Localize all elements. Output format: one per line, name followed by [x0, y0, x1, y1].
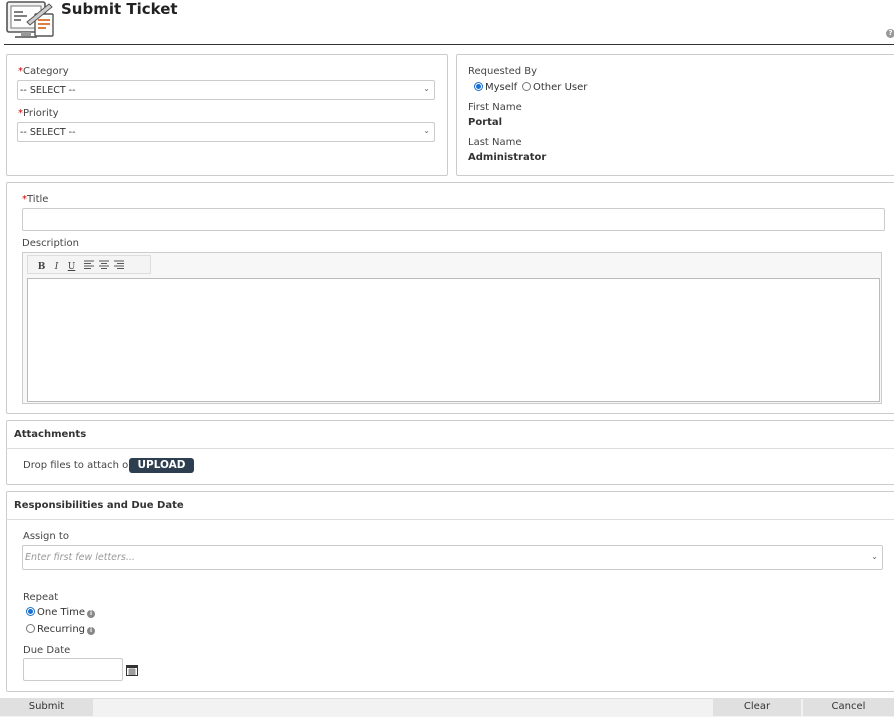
upload-button[interactable]: UPLOAD — [129, 458, 194, 473]
responsibilities-divider — [6, 519, 894, 520]
category-label: *Category — [18, 66, 69, 77]
radio-myself[interactable]: Myself — [474, 82, 517, 93]
assign-to-label: Assign to — [23, 531, 69, 542]
align-right-icon[interactable] — [112, 260, 127, 272]
title-input[interactable] — [22, 208, 885, 231]
first-name-value: Portal — [468, 117, 503, 128]
radio-button[interactable] — [474, 82, 483, 91]
radio-button[interactable] — [26, 624, 35, 633]
editor-toolbar: BIU — [27, 255, 151, 274]
radio-recurring[interactable]: Recurring i — [26, 624, 95, 635]
page-title: Submit Ticket — [61, 0, 178, 18]
requested-by-label: Requested By — [468, 66, 538, 77]
help-icon[interactable]: ? — [886, 29, 894, 38]
radio-one-time[interactable]: One Time i — [26, 607, 96, 618]
responsibilities-title: Responsibilities and Due Date — [14, 500, 184, 511]
category-select[interactable]: -- SELECT -- ⌄ — [17, 80, 435, 100]
ticket-app-icon — [5, 0, 57, 40]
first-name-label: First Name — [468, 102, 522, 113]
header-divider — [4, 44, 894, 45]
attachments-panel — [6, 420, 894, 485]
description-label: Description — [22, 238, 79, 249]
info-icon[interactable]: i — [87, 627, 95, 635]
description-textarea[interactable] — [27, 278, 880, 402]
priority-label: *Priority — [18, 108, 59, 119]
attachments-title: Attachments — [14, 429, 87, 440]
title-label: *Title — [22, 194, 49, 205]
italic-button[interactable]: I — [49, 262, 64, 272]
underline-button[interactable]: U — [64, 262, 79, 272]
submit-button[interactable]: Submit — [0, 698, 93, 716]
last-name-label: Last Name — [468, 137, 522, 148]
repeat-label: Repeat — [23, 592, 59, 603]
due-date-input[interactable] — [23, 658, 123, 681]
assign-to-input[interactable]: Enter first few letters... ⌄ — [22, 545, 883, 570]
category-select-value: -- SELECT -- — [20, 85, 76, 96]
chevron-down-icon: ⌄ — [871, 552, 878, 561]
attachments-divider — [6, 448, 894, 449]
cancel-button[interactable]: Cancel — [803, 698, 894, 716]
radio-button[interactable] — [26, 607, 35, 616]
align-left-icon[interactable] — [82, 260, 97, 272]
chevron-down-icon: ⌄ — [423, 126, 430, 135]
last-name-value: Administrator — [468, 152, 547, 163]
radio-other-user[interactable]: Other User — [522, 82, 587, 93]
responsibilities-panel — [6, 491, 894, 692]
due-date-label: Due Date — [23, 645, 71, 656]
bold-button[interactable]: B — [34, 262, 49, 272]
radio-button[interactable] — [522, 82, 531, 91]
clear-button[interactable]: Clear — [713, 698, 801, 716]
category-priority-panel — [6, 54, 448, 176]
priority-select[interactable]: -- SELECT -- ⌄ — [17, 122, 435, 142]
chevron-down-icon: ⌄ — [423, 84, 430, 93]
info-icon[interactable]: i — [87, 610, 96, 618]
drop-zone-text: Drop files to attach or — [23, 460, 133, 471]
align-center-icon[interactable] — [97, 260, 112, 272]
priority-select-value: -- SELECT -- — [20, 127, 76, 138]
calendar-icon[interactable] — [126, 664, 138, 676]
